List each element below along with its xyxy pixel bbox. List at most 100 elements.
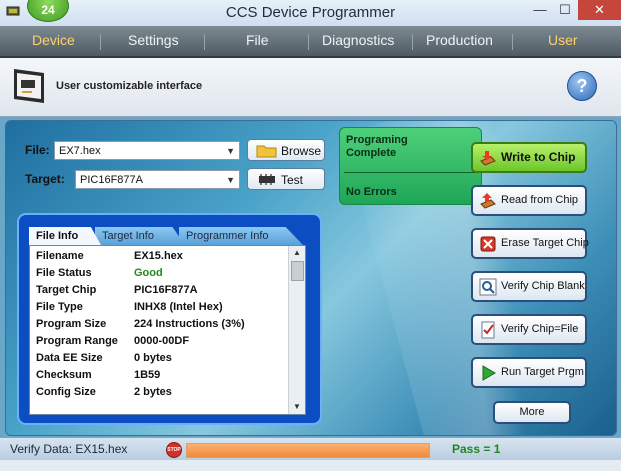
table-row: Data EE Size 0 bytes: [30, 350, 288, 367]
table-row: Filename EX15.hex: [30, 248, 288, 265]
run-target-prgm-label: Run Target Prgm: [501, 366, 584, 378]
run-target-prgm-button[interactable]: Run Target Prgm: [471, 357, 587, 388]
status-bar: Verify Data: EX15.hex STOP Pass = 1: [0, 437, 621, 460]
row-value: 0000-00DF: [134, 335, 190, 347]
write-to-chip-button[interactable]: Write to Chip: [471, 142, 587, 173]
title-bar: 24 CCS Device Programmer — ☐ ✕: [0, 0, 621, 27]
stop-icon[interactable]: STOP: [166, 442, 182, 458]
row-key: File Type: [36, 301, 83, 313]
table-row: Config Size 2 bytes: [30, 384, 288, 401]
row-value: PIC16F877A: [134, 284, 198, 296]
menu-diagnostics[interactable]: Diagnostics: [322, 32, 394, 48]
menu-separator: [412, 34, 413, 50]
table-row: Target Chip PIC16F877A: [30, 282, 288, 299]
programmer-device-icon: [14, 69, 44, 103]
pass-count: Pass = 1: [452, 442, 501, 456]
minimize-button[interactable]: —: [528, 0, 552, 20]
target-label: Target:: [25, 172, 65, 186]
file-combobox[interactable]: EX7.hex ▼: [54, 141, 240, 160]
verify-chip-file-label: Verify Chip=File: [501, 323, 579, 335]
row-key: Target Chip: [36, 284, 97, 296]
test-label: Test: [281, 173, 304, 187]
row-value: 2 bytes: [134, 386, 172, 398]
status-message: Programing Complete: [346, 134, 408, 160]
scroll-thumb[interactable]: [291, 261, 304, 281]
menu-user[interactable]: User: [548, 32, 578, 48]
close-button[interactable]: ✕: [578, 0, 621, 20]
more-button[interactable]: More: [493, 401, 571, 424]
file-label: File:: [25, 143, 50, 157]
verify-chip-blank-label: Verify Chip Blank: [501, 280, 585, 292]
chip-icon: [259, 174, 275, 185]
header-banner: User customizable interface ?: [0, 58, 621, 117]
maximize-button[interactable]: ☐: [553, 0, 577, 20]
status-result: No Errors: [346, 186, 397, 198]
write-to-chip-label: Write to Chip: [501, 150, 576, 164]
read-from-chip-button[interactable]: Read from Chip: [471, 185, 587, 216]
erase-target-chip-label: Erase Target Chip: [501, 237, 589, 249]
target-combobox-value: PIC16F877A: [80, 174, 143, 186]
scroll-down-icon[interactable]: ▼: [289, 400, 305, 414]
table-row: Program Size 224 Instructions (3%): [30, 316, 288, 333]
menu-bar: Device Settings File Diagnostics Product…: [0, 26, 621, 58]
status-bar-text: Verify Data: EX15.hex: [10, 442, 128, 456]
row-key: File Status: [36, 267, 92, 279]
erase-target-chip-button[interactable]: Erase Target Chip: [471, 228, 589, 259]
info-panel: File Info Target Info Programmer Info Fi…: [19, 215, 320, 423]
menu-production[interactable]: Production: [426, 32, 493, 48]
table-row: File Status Good: [30, 265, 288, 282]
row-value: EX15.hex: [134, 250, 183, 262]
tab-programmer-info[interactable]: Programmer Info: [179, 227, 303, 245]
scroll-up-icon[interactable]: ▲: [289, 246, 305, 260]
status-divider: [344, 172, 477, 173]
chevron-down-icon: ▼: [226, 175, 235, 185]
run-icon: [482, 365, 496, 381]
row-key: Data EE Size: [36, 352, 103, 364]
row-value: 224 Instructions (3%): [134, 318, 245, 330]
read-chip-icon: [480, 193, 496, 209]
row-key: Config Size: [36, 386, 96, 398]
folder-icon: [256, 145, 277, 158]
row-key: Program Range: [36, 335, 118, 347]
progress-fill: [187, 444, 429, 457]
table-row: Checksum 1B59: [30, 367, 288, 384]
progress-bar: [186, 443, 430, 458]
menu-separator: [100, 34, 101, 50]
programming-status-box: Programing Complete No Errors: [339, 127, 482, 205]
target-combobox[interactable]: PIC16F877A ▼: [75, 170, 240, 189]
erase-icon: [480, 236, 496, 252]
status-line-2: Complete: [346, 147, 397, 159]
row-value: Good: [134, 267, 163, 279]
table-scrollbar[interactable]: ▲ ▼: [288, 246, 305, 414]
row-key: Program Size: [36, 318, 107, 330]
tab-file-info[interactable]: File Info: [29, 227, 101, 245]
menu-device[interactable]: Device: [32, 32, 75, 48]
table-row: File Type INHX8 (Intel Hex): [30, 299, 288, 316]
row-key: Checksum: [36, 369, 92, 381]
file-combobox-value: EX7.hex: [59, 145, 101, 157]
row-value: 1B59: [134, 369, 161, 381]
help-icon[interactable]: ?: [567, 71, 597, 101]
browse-button[interactable]: Browse: [247, 139, 325, 161]
menu-settings[interactable]: Settings: [128, 32, 179, 48]
chevron-down-icon: ▼: [226, 146, 235, 156]
file-info-table: Filename EX15.hex File Status Good Targe…: [29, 245, 306, 415]
read-from-chip-label: Read from Chip: [501, 194, 579, 206]
browse-label: Browse: [281, 144, 322, 158]
header-title: User customizable interface: [56, 80, 203, 92]
row-key: Filename: [36, 250, 84, 262]
menu-separator: [512, 34, 513, 50]
main-panel: File: EX7.hex ▼ Browse Target: PIC16F877…: [5, 120, 617, 436]
table-row: Program Range 0000-00DF: [30, 333, 288, 350]
test-button[interactable]: Test: [247, 168, 325, 190]
row-value: 0 bytes: [134, 352, 172, 364]
menu-file[interactable]: File: [246, 32, 269, 48]
verify-chip-blank-button[interactable]: Verify Chip Blank: [471, 271, 587, 302]
write-chip-icon: [480, 151, 496, 166]
verify-file-icon: [481, 321, 495, 339]
bottom-strip: [0, 460, 621, 471]
verify-chip-file-button[interactable]: Verify Chip=File: [471, 314, 587, 345]
verify-blank-icon: [479, 278, 497, 296]
tab-target-info[interactable]: Target Info: [95, 227, 185, 245]
row-value: INHX8 (Intel Hex): [134, 301, 223, 313]
